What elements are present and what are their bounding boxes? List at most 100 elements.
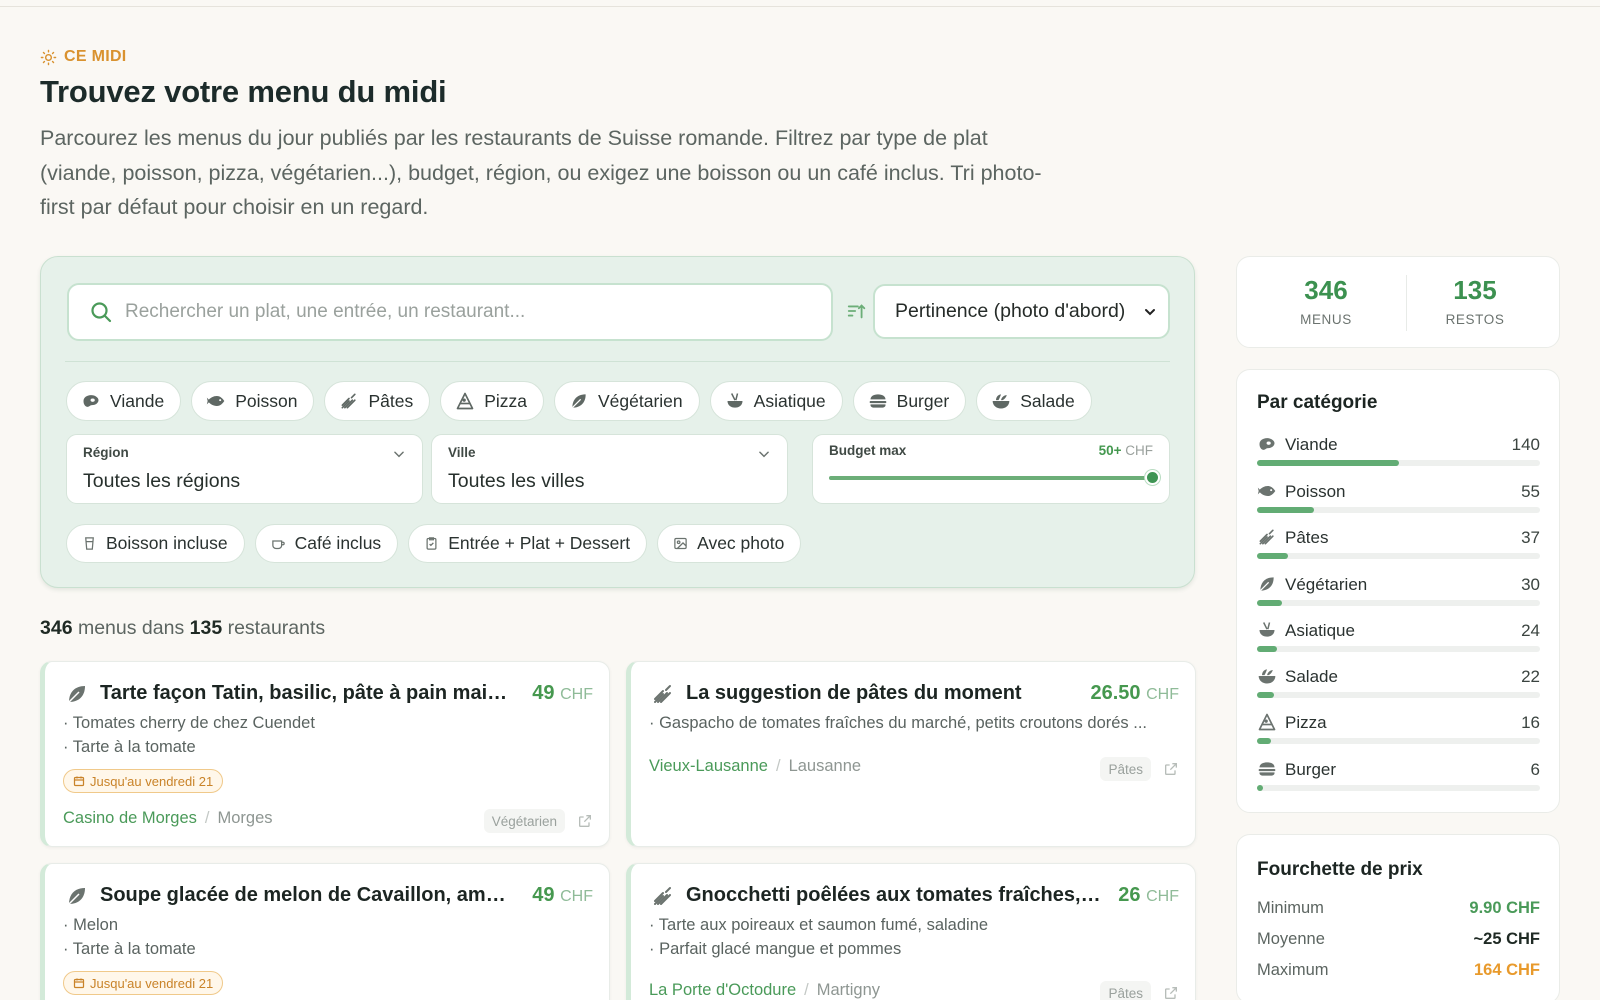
restaurant-link[interactable]: Casino de Morges: [63, 809, 197, 827]
price-currency: CHF: [560, 888, 593, 905]
menu-card[interactable]: Tarte façon Tatin, basilic, pâte à pain …: [40, 661, 610, 847]
external-link-icon[interactable]: [1163, 985, 1179, 1000]
results-menus-count: 346: [40, 617, 73, 639]
category-stat-track: [1257, 738, 1540, 744]
category-stat-row[interactable]: Végétarien 30: [1257, 574, 1540, 606]
burger-icon: [869, 394, 886, 408]
pasta-icon: [654, 685, 671, 703]
category-stat-count: 16: [1521, 713, 1540, 732]
city-dropdown[interactable]: Ville Toutes les villes: [431, 434, 788, 504]
stat-restos-label: RESTOS: [1445, 312, 1505, 327]
category-stat-row[interactable]: Poisson 55: [1257, 481, 1540, 513]
fish-icon: [1257, 486, 1276, 496]
external-link-icon[interactable]: [1163, 761, 1179, 777]
category-chips: Viande Poisson Pâtes Pizza Végétarien As…: [66, 381, 1092, 421]
menu-price: 26 CHF: [1118, 884, 1179, 907]
menu-price: 49 CHF: [532, 682, 593, 705]
option-photo[interactable]: Avec photo: [657, 524, 802, 563]
price-avg-row: Moyenne ~25 CHF: [1257, 930, 1540, 949]
bowl-icon: [727, 393, 743, 408]
search-input[interactable]: [125, 301, 805, 323]
category-stats-card: Par catégorie Viande 140 Poisson 55 Pâte…: [1236, 369, 1560, 813]
external-link-icon[interactable]: [577, 813, 593, 829]
steak-icon: [83, 395, 99, 407]
price-avg-label: Moyenne: [1257, 930, 1325, 948]
clipboard-icon: [426, 537, 437, 550]
option-label: Café inclus: [294, 533, 382, 553]
price-value: 49: [532, 884, 555, 906]
category-stat-bar: [1257, 738, 1272, 744]
filter-panel: Pertinence (photo d'abord) Viande Poisso…: [40, 256, 1195, 588]
stat-menus: 346 MENUS: [1251, 275, 1401, 327]
stat-restos: 135 RESTOS: [1400, 275, 1550, 327]
category-stat-count: 140: [1511, 435, 1540, 454]
budget-slider: Budget max 50+ CHF: [812, 434, 1170, 504]
results-restos-count: 135: [189, 617, 223, 639]
option-3-services[interactable]: Entrée + Plat + Dessert: [408, 524, 648, 563]
search-box[interactable]: [67, 283, 833, 341]
search-icon: [91, 302, 112, 323]
menu-card[interactable]: Gnocchetti poêlées aux tomates fraîches,…: [626, 863, 1196, 1000]
bowl-icon: [1259, 622, 1275, 637]
category-tag: Végétarien: [483, 809, 565, 833]
chip-salade[interactable]: Salade: [976, 381, 1092, 421]
category-stat-track: [1257, 692, 1540, 698]
category-stats-title: Par catégorie: [1257, 392, 1378, 413]
category-stat-label: Végétarien: [1285, 575, 1368, 594]
category-stat-bar: [1257, 692, 1274, 698]
budget-unit: CHF: [1125, 443, 1153, 458]
budget-handle[interactable]: [1145, 470, 1160, 485]
category-stat-row[interactable]: Pizza 16: [1257, 712, 1540, 744]
results-restos-text: restaurants: [227, 617, 326, 639]
option-cafe[interactable]: Café inclus: [254, 524, 399, 563]
chip-pates[interactable]: Pâtes: [324, 381, 431, 421]
chip-label: Salade: [1020, 390, 1075, 411]
chip-label: Poisson: [235, 390, 298, 411]
price-range-card: Fourchette de prix Minimum 9.90 CHF Moye…: [1236, 834, 1560, 1000]
chip-asiatique[interactable]: Asiatique: [709, 381, 843, 421]
menu-title: La suggestion de pâtes du moment: [686, 682, 1022, 704]
category-stat-bar: [1257, 553, 1289, 559]
category-stat-count: 55: [1521, 482, 1540, 501]
option-boisson[interactable]: Boisson incluse: [66, 524, 245, 563]
chip-poisson[interactable]: Poisson: [191, 381, 315, 421]
chip-vegetarien[interactable]: Végétarien: [554, 381, 700, 421]
category-stat-row[interactable]: Pâtes 37: [1257, 527, 1540, 559]
restaurant-link[interactable]: Vieux-Lausanne: [649, 757, 768, 775]
menu-card[interactable]: Soupe glacée de melon de Cavaillon, aman…: [40, 863, 610, 1000]
category-stat-row[interactable]: Asiatique 24: [1257, 620, 1540, 652]
stat-menus-label: MENUS: [1300, 312, 1352, 327]
sort-select[interactable]: Pertinence (photo d'abord): [873, 284, 1170, 339]
leaf-icon: [68, 686, 85, 703]
category-stat-label: Salade: [1285, 667, 1338, 686]
pizza-icon: [1258, 713, 1276, 731]
option-chips: Boisson incluse Café inclus Entrée + Pla…: [66, 524, 802, 563]
category-stat-row[interactable]: Burger 6: [1257, 759, 1540, 791]
price-currency: CHF: [1146, 686, 1179, 703]
price-range-title: Fourchette de prix: [1257, 859, 1423, 880]
eyebrow-label: CE MIDI: [64, 48, 127, 65]
chip-burger[interactable]: Burger: [852, 381, 967, 421]
restaurant-link[interactable]: La Porte d'Octodure: [649, 981, 796, 999]
leaf-icon: [1259, 577, 1274, 592]
menu-line: · Tarte à la tomate: [63, 940, 196, 958]
category-stat-row[interactable]: Salade 22: [1257, 666, 1540, 698]
price-max-label: Maximum: [1257, 961, 1329, 979]
category-stat-count: 22: [1521, 667, 1540, 686]
city-value: Toutes les villes: [448, 470, 585, 492]
region-dropdown[interactable]: Région Toutes les régions: [66, 434, 423, 504]
stat-menus-value: 346: [1304, 275, 1348, 305]
price-min-label: Minimum: [1257, 899, 1324, 917]
category-stat-track: [1257, 460, 1540, 466]
menu-card[interactable]: La suggestion de pâtes du moment 26.50 C…: [626, 661, 1196, 847]
price-min-value: 9.90 CHF: [1469, 899, 1540, 917]
availability-badge: Jusqu'au vendredi 21: [63, 769, 224, 793]
category-stat-row[interactable]: Viande 140: [1257, 434, 1540, 466]
sort-icon: [847, 304, 866, 319]
sort-selected-value: Pertinence (photo d'abord): [895, 300, 1126, 322]
budget-track[interactable]: [829, 470, 1160, 485]
stats-card: 346 MENUS 135 RESTOS: [1236, 256, 1560, 348]
category-stat-track: [1257, 600, 1540, 606]
chip-viande[interactable]: Viande: [66, 381, 182, 421]
chip-pizza[interactable]: Pizza: [440, 381, 544, 421]
